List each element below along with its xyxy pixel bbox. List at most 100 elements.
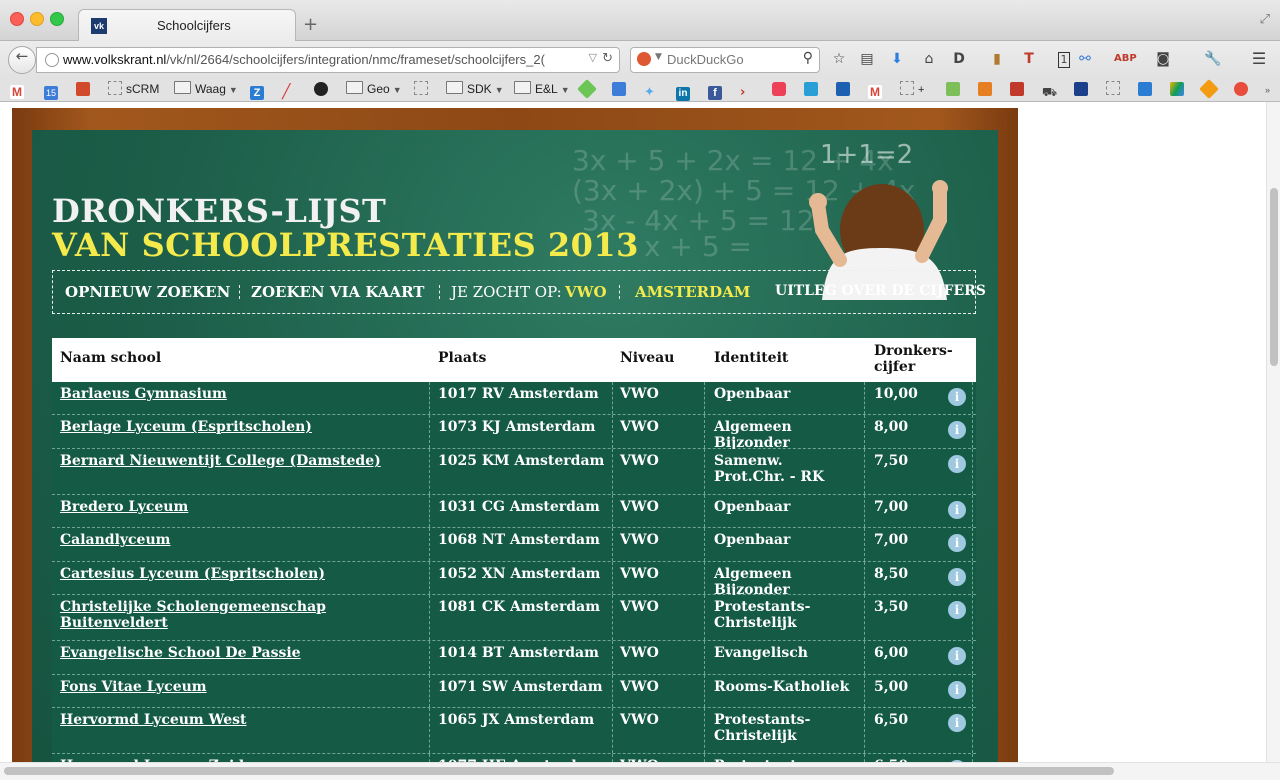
info-icon[interactable]: i <box>948 501 966 519</box>
bookmark-gmail2[interactable]: M <box>868 80 886 99</box>
address-bar[interactable]: www.volkskrant.nl/vk/nl/2664/schoolcijfe… <box>36 47 620 73</box>
info-icon[interactable]: i <box>948 421 966 439</box>
url-history-dropdown-icon[interactable]: ▽ <box>589 51 597 64</box>
school-name-link[interactable]: Christelijke Scholengemeenschap Buitenve… <box>60 599 420 631</box>
reload-icon[interactable]: ↻ <box>602 51 613 66</box>
bookmark-pocket[interactable] <box>772 80 790 98</box>
vertical-scrollbar[interactable] <box>1266 102 1280 762</box>
close-window-button[interactable] <box>10 12 24 26</box>
maximize-window-button[interactable] <box>50 12 64 26</box>
info-icon[interactable]: i <box>948 681 966 699</box>
school-name-link[interactable]: Hervormd Lyceum West <box>60 712 420 728</box>
bookmark-afas[interactable] <box>1074 80 1092 98</box>
bookmark-folder-waag[interactable]: Waag ▼ <box>174 80 238 98</box>
browser-tab[interactable]: vk Schoolcijfers <box>78 9 296 41</box>
bookmark-github[interactable] <box>314 80 332 98</box>
bookmark-app2[interactable] <box>804 80 822 98</box>
bookmarks-overflow[interactable]: » <box>1262 80 1270 98</box>
bookmark-star-icon[interactable]: ☆ <box>830 50 848 68</box>
menu-icon[interactable]: ☰ <box>1250 50 1268 68</box>
school-level: VWO <box>620 532 659 548</box>
school-name-link[interactable]: Cartesius Lyceum (Espritscholen) <box>60 566 420 582</box>
typography-icon[interactable]: T <box>1020 50 1038 68</box>
bookmark-facebook[interactable]: f <box>708 80 726 100</box>
bookmark-orange2[interactable] <box>1199 79 1220 99</box>
info-icon[interactable]: i <box>948 647 966 665</box>
bookmark-dashed3[interactable] <box>1106 80 1124 98</box>
bookmark-dashed2[interactable]: + <box>900 80 924 98</box>
bookmark-red[interactable] <box>1010 80 1028 98</box>
info-icon[interactable]: i <box>948 568 966 586</box>
bookmark-arrow[interactable]: › <box>740 80 758 100</box>
column-divider <box>864 449 865 494</box>
readability-icon[interactable]: D <box>950 50 968 68</box>
chevron-down-icon: ▼ <box>494 85 504 95</box>
minimize-window-button[interactable] <box>30 12 44 26</box>
column-header[interactable]: Plaats <box>438 350 486 366</box>
nav-divider <box>239 285 240 299</box>
tab-counter-badge[interactable]: 1 <box>1058 52 1070 68</box>
column-header[interactable]: Niveau <box>620 350 674 366</box>
network-icon[interactable]: ⚯ <box>1076 50 1094 68</box>
school-name-link[interactable]: Calandlyceum <box>60 532 420 548</box>
bookmark-scrm[interactable]: sCRM <box>108 80 159 98</box>
column-header[interactable]: Identiteit <box>714 350 788 366</box>
wrench-icon[interactable]: 🔧 <box>1204 50 1222 68</box>
info-icon[interactable]: i <box>948 601 966 619</box>
school-name-link[interactable]: Berlage Lyceum (Espritscholen) <box>60 419 420 435</box>
column-header[interactable]: Dronkers-cijfer <box>874 343 953 375</box>
search-input[interactable]: DuckDuckGo <box>667 52 744 67</box>
info-icon[interactable]: i <box>948 388 966 406</box>
bookmark-drive[interactable] <box>1170 80 1188 98</box>
bookmark-orange[interactable] <box>978 80 996 98</box>
bookmark-z[interactable]: Z <box>250 80 268 100</box>
adblock-icon[interactable]: ABP <box>1114 50 1137 68</box>
scroll-thumb[interactable] <box>1270 188 1278 366</box>
new-tab-button[interactable]: + <box>303 14 318 35</box>
school-name-link[interactable]: Barlaeus Gymnasium <box>60 386 420 402</box>
bookmark-gmail[interactable]: M <box>10 80 28 99</box>
info-icon[interactable]: i <box>948 714 966 732</box>
horizontal-scrollbar[interactable] <box>0 762 1280 780</box>
home-icon[interactable]: ⌂ <box>920 50 938 68</box>
bookmark-calendar[interactable]: 15 <box>44 80 62 100</box>
bookmark-app[interactable] <box>612 80 630 98</box>
bookmark-folder-geo[interactable]: Geo ▼ <box>346 80 402 98</box>
bookmark-hootsuite[interactable] <box>76 80 94 98</box>
info-icon[interactable]: i <box>948 455 966 473</box>
scrapbook-icon[interactable]: ▮ <box>988 50 1006 68</box>
explanation-link[interactable]: UITLEG OVER DE CIJFERS <box>775 283 986 299</box>
scroll-thumb[interactable] <box>4 767 1114 775</box>
navigation-toolbar: ← www.volkskrant.nl/vk/nl/2664/schoolcij… <box>0 41 1280 77</box>
search-box[interactable]: ▼ DuckDuckGo ⚲ <box>630 47 820 73</box>
url-text[interactable]: www.volkskrant.nl/vk/nl/2664/schoolcijfe… <box>63 52 583 67</box>
bookmark-red2[interactable] <box>1234 80 1252 98</box>
fullscreen-icon[interactable]: ⤢ <box>1260 12 1270 27</box>
bookmark-edit[interactable] <box>1138 80 1156 98</box>
new-search-link[interactable]: OPNIEUW ZOEKEN <box>65 283 230 301</box>
bookmark-folder-el[interactable]: E&L ▼ <box>514 80 570 98</box>
back-button[interactable]: ← <box>8 46 36 74</box>
map-search-link[interactable]: ZOEKEN VIA KAART <box>251 283 424 301</box>
school-place: 1052 XN Amsterdam <box>438 566 601 582</box>
bookmark-runner[interactable] <box>836 80 854 98</box>
column-header[interactable]: Naam school <box>60 350 161 366</box>
bookmark-maps[interactable] <box>946 80 964 98</box>
bookmark-linkedin[interactable]: in <box>676 80 694 101</box>
downloads-icon[interactable]: ⬇ <box>888 50 906 68</box>
bookmark-cart[interactable]: ⛟ <box>1042 80 1060 99</box>
bookmark-folder-sdk[interactable]: SDK ▼ <box>446 80 504 98</box>
bookmark-dashed[interactable] <box>414 80 432 98</box>
info-icon[interactable]: i <box>948 534 966 552</box>
school-name-link[interactable]: Fons Vitae Lyceum <box>60 679 420 695</box>
school-name-link[interactable]: Bredero Lyceum <box>60 499 420 515</box>
pocket-icon[interactable]: ◙ <box>1154 50 1172 68</box>
bookmark-slash[interactable]: ╱ <box>282 80 300 98</box>
search-engine-dropdown-icon[interactable]: ▼ <box>655 52 662 62</box>
school-name-link[interactable]: Bernard Nieuwentijt College (Damstede) <box>60 453 420 469</box>
search-icon[interactable]: ⚲ <box>803 50 813 66</box>
reading-list-icon[interactable]: ▤ <box>858 50 876 68</box>
bookmark-twitter[interactable]: ✦ <box>644 80 662 99</box>
school-name-link[interactable]: Evangelische School De Passie <box>60 645 420 661</box>
bookmark-feedly[interactable] <box>577 79 598 99</box>
